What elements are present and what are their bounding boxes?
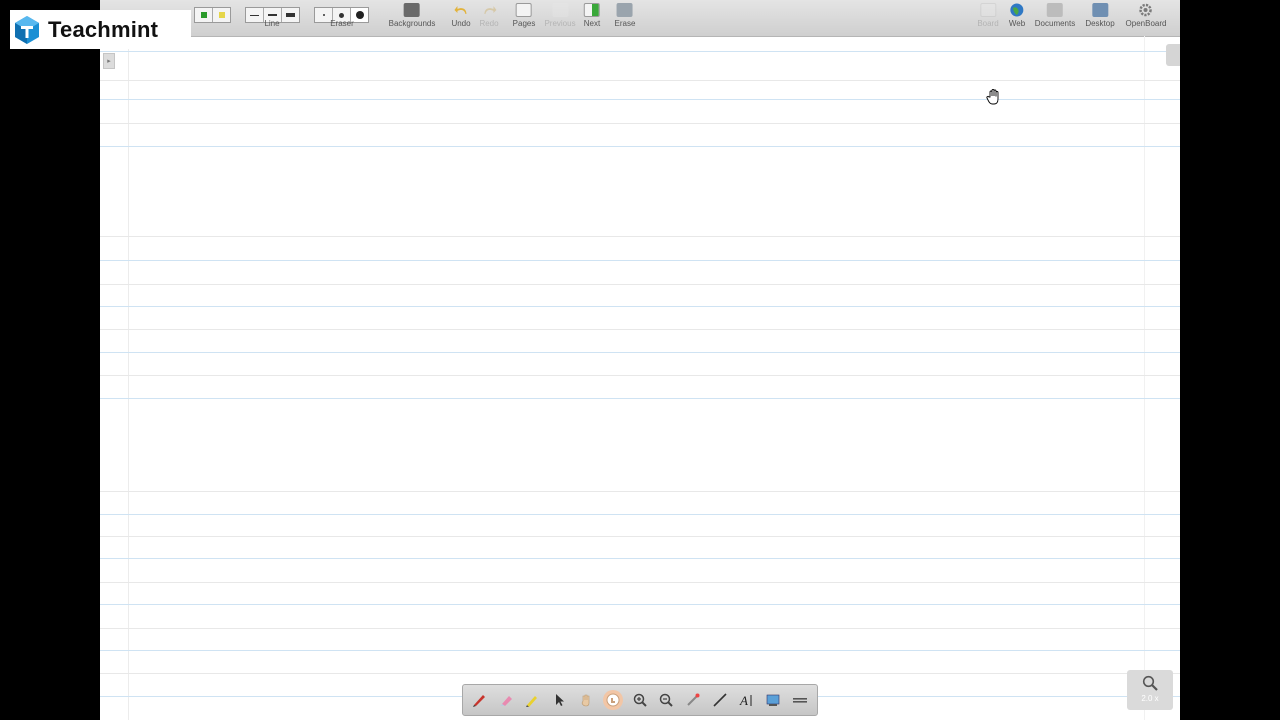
ruled-line xyxy=(100,260,1180,261)
line-thick-option[interactable] xyxy=(282,8,299,22)
ruled-line xyxy=(100,375,1180,376)
pen-icon xyxy=(472,695,485,707)
interact-icon xyxy=(606,693,620,707)
ruled-line xyxy=(100,491,1180,492)
line-tool[interactable] xyxy=(710,690,730,710)
web-button[interactable]: Web xyxy=(1009,3,1025,28)
brand-name: Teachmint xyxy=(48,16,159,42)
next-button[interactable]: Next xyxy=(584,3,600,28)
zoom-out-tool[interactable] xyxy=(656,690,676,710)
desktop-button[interactable]: Desktop xyxy=(1085,3,1115,28)
tool-palette: A xyxy=(462,684,818,716)
hand-cursor-icon xyxy=(986,89,999,105)
undo-icon xyxy=(453,3,469,17)
hand-icon xyxy=(581,694,590,707)
backgrounds-icon xyxy=(403,3,420,17)
pages-icon xyxy=(516,3,532,17)
capture-icon xyxy=(767,694,780,706)
undo-button[interactable]: Undo xyxy=(451,3,471,28)
eraser-icon xyxy=(499,696,512,706)
openboard-window: Line Eraser Backgrounds Undo Redo Pages … xyxy=(100,0,1180,720)
laser-pointer-icon xyxy=(687,693,700,706)
zoom-out-icon xyxy=(660,693,674,707)
ruled-line xyxy=(100,352,1180,353)
marker-tool[interactable] xyxy=(523,690,543,710)
ruled-line xyxy=(100,329,1180,330)
redo-icon xyxy=(481,3,497,17)
ruled-line xyxy=(100,398,1180,399)
color-swatches xyxy=(194,7,231,23)
ruled-line xyxy=(100,80,1180,81)
ruled-line xyxy=(100,99,1180,100)
ruled-line xyxy=(100,236,1180,237)
openboard-button[interactable]: OpenBoard xyxy=(1126,3,1166,28)
right-library-tab[interactable] xyxy=(1166,44,1180,66)
whiteboard-canvas[interactable] xyxy=(100,36,1180,720)
ruled-line xyxy=(100,123,1180,124)
documents-button[interactable]: Documents xyxy=(1035,3,1075,28)
ruled-line xyxy=(100,650,1180,651)
ruled-line xyxy=(100,604,1180,605)
zoom-in-icon xyxy=(633,693,647,707)
next-icon xyxy=(583,3,600,17)
teachmint-logo: Teachmint xyxy=(10,10,191,49)
left-page-tab[interactable]: ▸ xyxy=(103,53,115,69)
globe-icon xyxy=(1009,3,1025,17)
ruled-line xyxy=(100,284,1180,285)
top-toolbar: Line Eraser Backgrounds Undo Redo Pages … xyxy=(100,0,1180,37)
marker-icon xyxy=(526,696,538,707)
zoom-level-widget[interactable]: 2.0 x xyxy=(1127,670,1173,710)
left-margin-line xyxy=(128,36,129,720)
pointer-icon xyxy=(556,694,565,706)
pages-button[interactable]: Pages xyxy=(513,3,535,28)
selector-tool[interactable] xyxy=(549,690,569,710)
board-icon xyxy=(979,3,996,17)
folder-icon xyxy=(1047,3,1063,17)
ruled-line xyxy=(100,514,1180,515)
zoom-value: 2.0 x xyxy=(1141,694,1159,703)
menu-icon xyxy=(793,698,808,703)
ruled-line xyxy=(100,51,1180,52)
laser-tool[interactable] xyxy=(683,690,703,710)
ruled-line xyxy=(100,582,1180,583)
previous-icon xyxy=(552,3,568,17)
line-icon xyxy=(713,693,727,707)
text-icon: A xyxy=(739,693,752,708)
erase-button[interactable]: Erase xyxy=(615,3,635,28)
ruled-line xyxy=(100,673,1180,674)
line-label: Line xyxy=(264,19,280,28)
eraser-label: Eraser xyxy=(330,19,354,28)
more-tool[interactable] xyxy=(790,690,810,710)
board-button[interactable]: Board xyxy=(977,3,999,28)
interact-tool[interactable] xyxy=(602,690,623,710)
color-yellow-swatch[interactable] xyxy=(213,8,230,22)
ruled-line xyxy=(100,558,1180,559)
text-tool[interactable]: A xyxy=(737,690,757,710)
ruled-line xyxy=(100,146,1180,147)
backgrounds-button[interactable]: Backgrounds xyxy=(389,3,435,28)
pen-tool[interactable] xyxy=(469,690,489,710)
ruled-line xyxy=(100,628,1180,629)
line-thin-option[interactable] xyxy=(246,8,264,22)
eraser-tool[interactable] xyxy=(496,690,516,710)
ruled-line xyxy=(100,306,1180,307)
teachmint-logo-icon xyxy=(15,15,39,44)
color-green-swatch[interactable] xyxy=(195,8,213,22)
ruled-line xyxy=(100,536,1180,537)
previous-button[interactable]: Previous xyxy=(544,3,576,28)
magnifier-icon xyxy=(1142,675,1158,691)
erase-icon xyxy=(617,3,633,17)
zoom-in-tool[interactable] xyxy=(630,690,650,710)
gear-icon xyxy=(1138,3,1154,17)
svg-text:A: A xyxy=(739,693,748,708)
desktop-icon xyxy=(1091,3,1108,17)
redo-button[interactable]: Redo xyxy=(479,3,499,28)
play-tool[interactable] xyxy=(576,690,596,710)
right-margin-line xyxy=(1144,36,1145,720)
capture-tool[interactable] xyxy=(763,690,783,710)
